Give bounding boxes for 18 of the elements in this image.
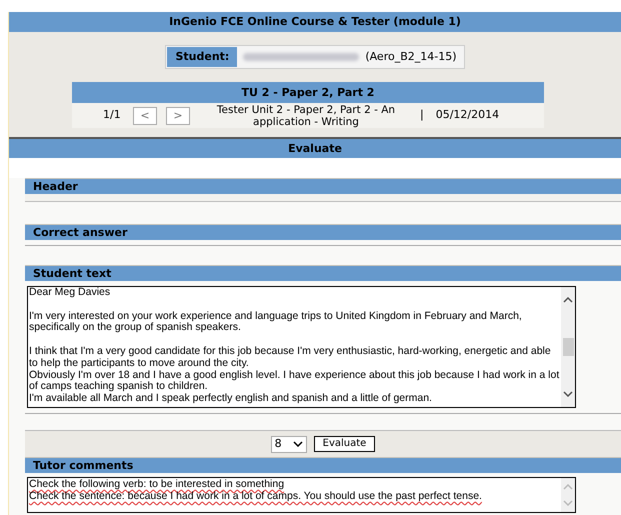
window-title: InGenio FCE Online Course & Tester (module 1): [9, 12, 621, 32]
page-counter: 1/1: [103, 107, 122, 124]
section-header: Student text: [25, 265, 621, 281]
student-label: Student:: [167, 47, 238, 67]
section-header: Tutor comments: [25, 457, 621, 473]
task-title: TU 2 - Paper 2, Part 2: [72, 82, 544, 103]
student-text-field[interactable]: Dear Meg Davies I'm very interested on your work experience and language trips to United Kingdom in February and March, specifically on the group of spanish speakers. I think that I'm a very good candidate for this job because I'm very enthusiastic, hard-working, energetic and able to help the participants to move around the city. Obviously I'm over 18 and I have a good english level. I have experience about this job because I had work in a lot of camps teaching spanish to children. I'm available all March and I speak perfectly english and spanish and a little of german.: [27, 286, 576, 408]
separator: |: [420, 107, 424, 124]
task-description: Tester Unit 2 - Paper 2, Part 2 - An application - Writing: [216, 104, 396, 128]
grade-select[interactable]: 8: [270, 436, 307, 452]
evaluate-title: Evaluate: [9, 139, 621, 158]
student-group: (Aero_B2_14-15): [359, 47, 463, 67]
section-header: Header: [25, 178, 621, 194]
section-header: Correct answer: [25, 224, 621, 240]
task-date: 05/12/2014: [436, 107, 500, 124]
previous-button[interactable]: <: [133, 106, 157, 124]
next-button[interactable]: >: [166, 106, 190, 124]
evaluate-button[interactable]: Evaluate: [314, 436, 376, 452]
